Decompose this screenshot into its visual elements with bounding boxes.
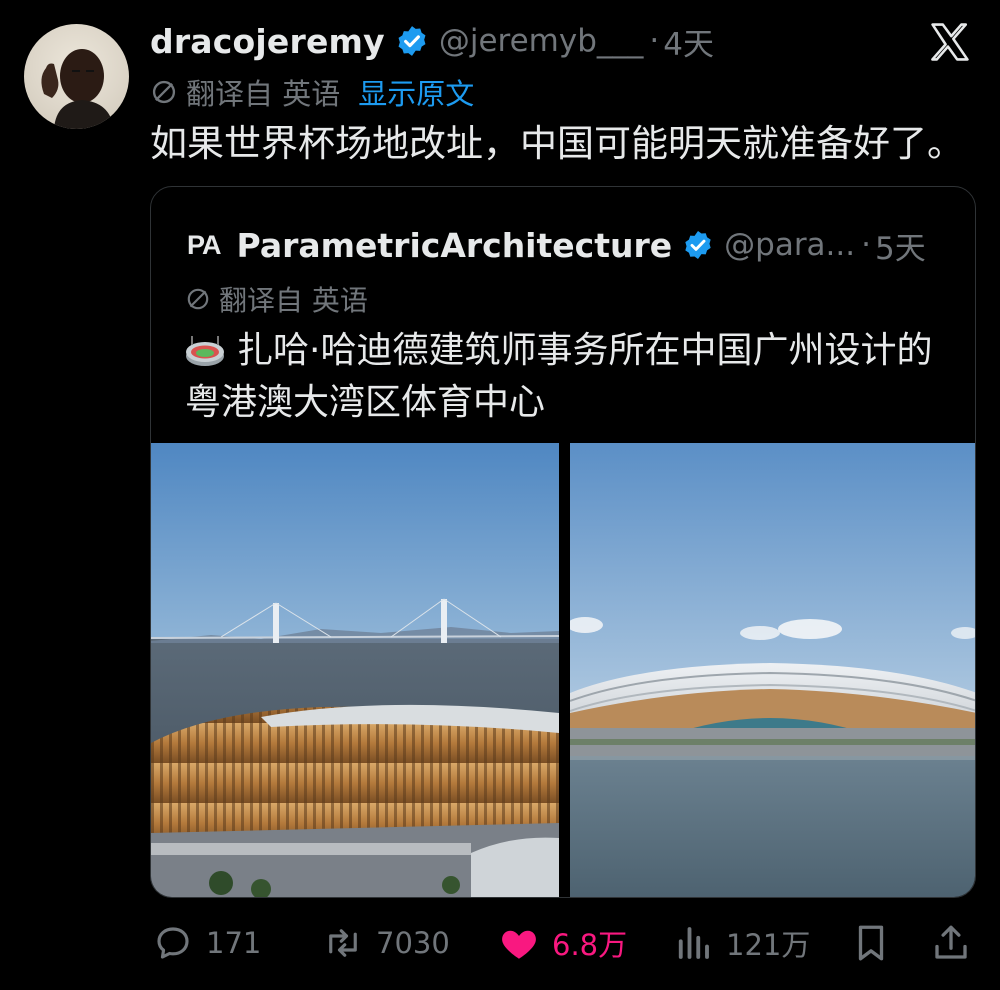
bookmark-icon — [858, 925, 884, 961]
tweet-action-bar: 171 7030 6.8万 121万 — [0, 918, 1000, 968]
quoted-tweet-text: 扎哈·哈迪德建筑师事务所在中国广州设计的 粤港澳大湾区体育中心 — [185, 325, 955, 429]
quoted-author-row: PA ParametricArchitecture @para... · 5天 — [187, 223, 926, 267]
quoted-author-logo: PA — [187, 229, 222, 260]
x-logo-icon — [931, 23, 969, 61]
author-name[interactable]: dracojeremy — [150, 22, 385, 61]
translation-note: 翻译自 英语 显示原文 — [150, 70, 474, 114]
quoted-text-line-2: 粤港澳大湾区体育中心 — [185, 382, 546, 423]
author-avatar[interactable] — [24, 24, 129, 129]
quoted-tweet-card[interactable]: PA ParametricArchitecture @para... · 5天 … — [150, 186, 976, 898]
quoted-author-name: ParametricArchitecture — [236, 225, 673, 265]
reply-button[interactable]: 171 — [152, 918, 261, 968]
reply-count: 171 — [206, 926, 262, 960]
share-icon — [935, 925, 967, 959]
author-handle[interactable]: @jeremyb___ — [439, 23, 644, 59]
bookmark-button[interactable] — [850, 918, 892, 968]
reply-icon — [157, 927, 189, 959]
repost-count: 7030 — [376, 926, 450, 960]
verified-badge-icon — [685, 231, 711, 259]
verified-badge-icon — [398, 26, 426, 56]
like-button[interactable]: 6.8万 — [498, 918, 627, 968]
translate-icon — [152, 80, 176, 104]
stadium-photo-left[interactable] — [151, 443, 559, 898]
like-count: 6.8万 — [552, 928, 628, 962]
quoted-translated-from-label: 翻译自 英语 — [219, 284, 368, 317]
repost-icon — [329, 929, 357, 957]
repost-button[interactable]: 7030 — [322, 918, 450, 968]
share-button[interactable] — [930, 918, 972, 968]
quoted-text-line-1: 扎哈·哈迪德建筑师事务所在中国广州设计的 — [237, 330, 933, 371]
show-original-link[interactable]: 显示原文 — [358, 71, 474, 113]
view-count: 121万 — [726, 928, 811, 962]
views-icon — [678, 927, 709, 959]
quoted-author-handle: @para... — [724, 227, 856, 263]
quoted-translation-note: 翻译自 英语 — [185, 279, 368, 319]
tweet-text: 如果世界杯场地改址，中国可能明天就准备好了。 — [150, 122, 964, 165]
views-button[interactable]: 121万 — [672, 918, 810, 968]
translate-icon — [187, 288, 209, 310]
stadium-photo-right[interactable] — [570, 443, 976, 898]
tweet-author-row: dracojeremy @jeremyb___ · 4天 — [150, 18, 714, 64]
separator-dot: · — [649, 23, 660, 59]
like-icon — [502, 930, 536, 959]
separator-dot: · — [861, 227, 871, 263]
stadium-emoji-icon — [186, 336, 224, 366]
quoted-tweet-time: 5天 — [874, 230, 926, 267]
translated-from-label: 翻译自 英语 — [186, 77, 341, 111]
tweet-time[interactable]: 4天 — [663, 19, 714, 64]
